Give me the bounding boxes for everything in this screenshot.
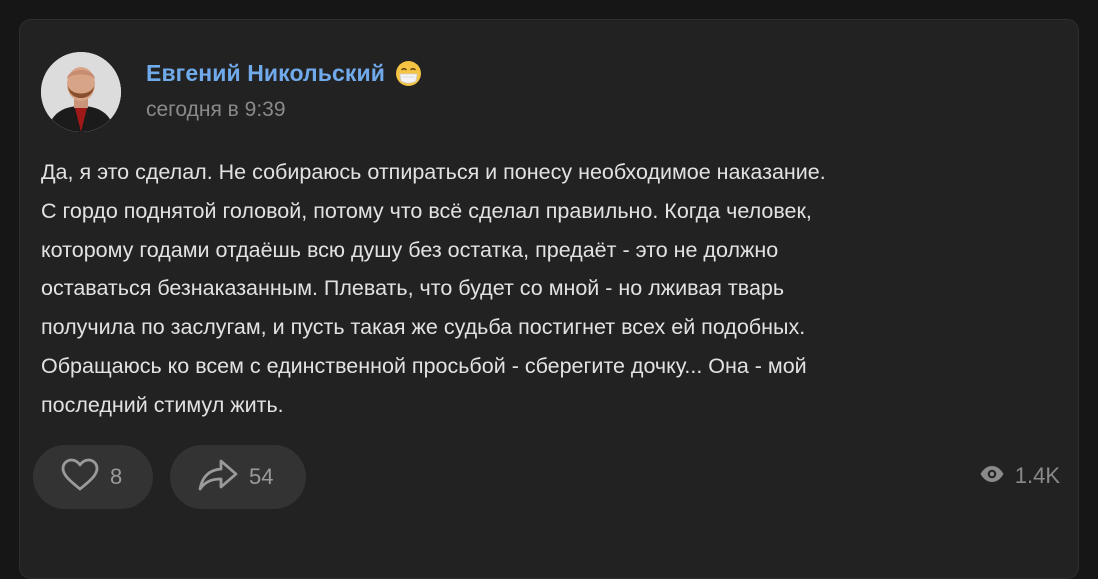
post-text-line: Да, я это сделал. Не собираюсь отпиратьс… — [41, 160, 826, 184]
post-card: Евгений Никольский сегодня в 9:39 Да, я … — [19, 19, 1079, 579]
share-count: 54 — [249, 464, 274, 489]
author-name-text[interactable]: Евгений Никольский — [146, 60, 385, 87]
eye-icon — [979, 463, 1005, 489]
post-text-line: Обращаюсь ко всем с единственной просьбо… — [41, 353, 807, 378]
views-count: 1.4K — [1014, 463, 1060, 488]
post-text-line: получила по заслугам, и пусть такая же с… — [41, 315, 806, 340]
post-text-line: которому годами отдаёшь всю душу без ост… — [41, 237, 779, 262]
post-body: Да, я это сделал. Не собираюсь отпиратьс… — [41, 153, 1051, 425]
post-text-line: оставаться безнаказанным. Плевать, что б… — [41, 276, 785, 301]
heart-icon — [60, 458, 100, 497]
face-with-medical-mask-emoji — [395, 60, 422, 87]
views-counter: 1.4K — [979, 463, 1060, 489]
post-text-line: последний стимул жить. — [41, 392, 284, 417]
like-count: 8 — [110, 464, 123, 489]
author-name[interactable]: Евгений Никольский — [146, 60, 422, 87]
like-button[interactable]: 8 — [33, 445, 153, 509]
share-button[interactable]: 54 — [170, 445, 306, 509]
author-avatar[interactable] — [41, 52, 121, 132]
share-arrow-icon — [197, 458, 239, 497]
post-text-line: С гордо поднятой головой, потому что всё… — [41, 198, 812, 223]
post-timestamp[interactable]: сегодня в 9:39 — [146, 98, 286, 122]
